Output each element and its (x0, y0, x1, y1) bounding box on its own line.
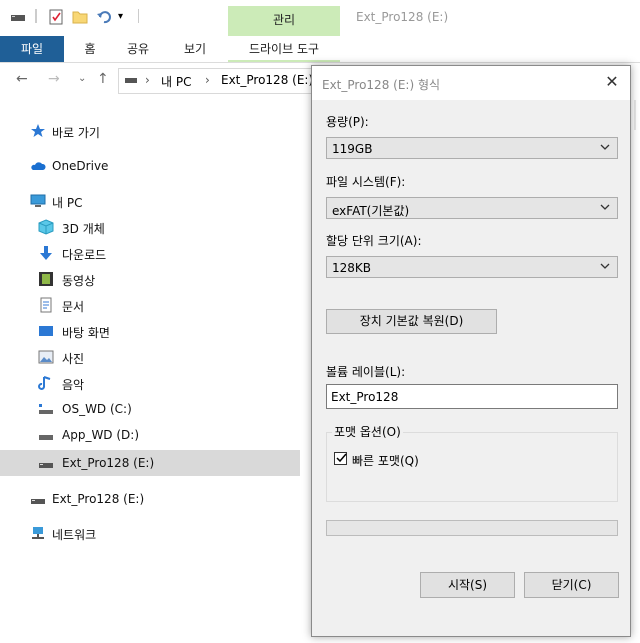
sidebar-item-label: 음악 (62, 378, 85, 392)
picture-icon (38, 349, 54, 365)
video-icon (38, 271, 54, 287)
volume-label-value: Ext_Pro128 (331, 390, 399, 404)
sidebar-item-label: 3D 개체 (62, 222, 105, 236)
tab-home[interactable]: 홈 (72, 36, 108, 62)
format-options-legend: 포맷 옵션(O) (332, 423, 403, 440)
quick-format-checkbox[interactable] (334, 452, 347, 465)
usb-drive-icon (30, 491, 46, 507)
navigation-pane: 바로 가기 OneDrive 내 PC 3D 개체 다운로드 동영상 문서 바탕… (0, 110, 300, 560)
customize-dropdown-icon[interactable]: ▾ (118, 9, 134, 25)
sidebar-item-videos[interactable]: 동영상 (0, 266, 300, 292)
volume-label-input[interactable]: Ext_Pro128 (326, 384, 618, 409)
properties-icon[interactable] (48, 9, 64, 25)
capacity-select[interactable]: 119GB (326, 137, 618, 159)
sidebar-item-label: 사진 (62, 352, 85, 366)
ribbon-tabs: 파일 홈 공유 보기 드라이브 도구 (0, 36, 640, 63)
format-progress-bar (326, 520, 618, 536)
sidebar-item-quick-access[interactable]: 바로 가기 (0, 118, 300, 144)
close-button[interactable]: 닫기(C) (524, 572, 619, 598)
filesystem-label: 파일 시스템(F): (326, 175, 406, 189)
toolbar-divider (35, 9, 37, 23)
dialog-title: Ext_Pro128 (E:) 형식 (322, 78, 441, 92)
sidebar-item-3d-objects[interactable]: 3D 개체 (0, 214, 300, 240)
volume-label-label: 볼륨 레이블(L): (326, 365, 406, 379)
window-title: Ext_Pro128 (E:) (356, 10, 449, 24)
chevron-down-icon (599, 141, 611, 156)
breadcrumb-separator: › (145, 73, 150, 87)
sidebar-item-downloads[interactable]: 다운로드 (0, 240, 300, 266)
sidebar-item-pictures[interactable]: 사진 (0, 344, 300, 370)
sidebar-item-this-pc[interactable]: 내 PC (0, 188, 300, 214)
sidebar-item-label: 내 PC (52, 196, 83, 210)
dialog-titlebar[interactable]: Ext_Pro128 (E:) 형식 ✕ (312, 66, 630, 100)
usb-drive-icon (38, 455, 54, 471)
sidebar-item-label: OS_WD (C:) (62, 402, 132, 416)
tab-file[interactable]: 파일 (0, 36, 64, 62)
document-icon (38, 297, 54, 313)
filesystem-select[interactable]: exFAT(기본값) (326, 197, 618, 219)
sidebar-item-os-drive[interactable]: OS_WD (C:) (0, 396, 300, 422)
sidebar-item-desktop[interactable]: 바탕 화면 (0, 318, 300, 344)
sidebar-item-label: OneDrive (52, 159, 109, 173)
quick-format-label[interactable]: 빠른 포맷(Q) (352, 452, 419, 469)
sidebar-item-label: 다운로드 (62, 248, 107, 262)
breadcrumb-separator: › (205, 73, 210, 87)
sidebar-item-label: 바로 가기 (52, 126, 100, 140)
address-bar[interactable]: › 내 PC › Ext_Pro128 (E:) (118, 68, 320, 94)
toolbar-divider (138, 9, 139, 23)
sidebar-item-ext-drive[interactable]: Ext_Pro128 (E:) (0, 486, 300, 512)
drive-icon (124, 72, 138, 89)
sidebar-item-documents[interactable]: 문서 (0, 292, 300, 318)
recent-dropdown-icon[interactable]: ⌄ (78, 73, 86, 84)
restore-defaults-button[interactable]: 장치 기본값 복원(D) (326, 309, 497, 334)
sidebar-item-label: 네트워크 (52, 528, 97, 542)
sidebar-item-label: App_WD (D:) (62, 428, 140, 442)
up-arrow-icon[interactable]: ↑ (97, 71, 109, 87)
sidebar-item-music[interactable]: 음악 (0, 370, 300, 396)
sidebar-item-label: 문서 (62, 300, 85, 314)
new-folder-icon[interactable] (72, 9, 88, 25)
allocation-unit-select[interactable]: 128KB (326, 256, 618, 278)
desktop-icon (38, 323, 54, 339)
sidebar-item-network[interactable]: 네트워크 (0, 520, 300, 546)
chevron-down-icon (599, 201, 611, 216)
download-icon (38, 245, 54, 261)
network-icon (30, 525, 46, 541)
os-drive-icon (38, 401, 54, 417)
back-arrow-icon[interactable]: ← (16, 71, 28, 87)
chevron-down-icon (599, 260, 611, 275)
tab-share[interactable]: 공유 (118, 36, 158, 62)
undo-icon[interactable] (96, 9, 112, 25)
drive-icon (38, 427, 54, 443)
sidebar-item-onedrive[interactable]: OneDrive (0, 153, 300, 179)
star-icon (30, 123, 46, 139)
drive-icon[interactable] (10, 9, 26, 25)
filesystem-value: exFAT(기본값) (332, 204, 410, 218)
start-button[interactable]: 시작(S) (420, 572, 515, 598)
forward-arrow-icon[interactable]: → (48, 71, 60, 87)
format-dialog: Ext_Pro128 (E:) 형식 ✕ 용량(P): 119GB 파일 시스템… (311, 65, 631, 637)
breadcrumb-this-pc[interactable]: 내 PC (161, 73, 191, 90)
allocation-unit-label: 할당 단위 크기(A): (326, 234, 422, 248)
capacity-value: 119GB (332, 142, 373, 156)
sidebar-item-label: 바탕 화면 (62, 326, 110, 340)
breadcrumb-current[interactable]: Ext_Pro128 (E:) (221, 73, 313, 87)
close-icon[interactable]: ✕ (600, 70, 624, 94)
sidebar-item-label: Ext_Pro128 (E:) (62, 456, 155, 470)
sidebar-item-app-drive[interactable]: App_WD (D:) (0, 422, 300, 448)
tab-drive-tools[interactable]: 드라이브 도구 (228, 36, 340, 62)
cloud-icon (30, 158, 46, 174)
cube-icon (38, 219, 54, 235)
sidebar-item-label: Ext_Pro128 (E:) (52, 492, 145, 506)
capacity-label: 용량(P): (326, 115, 369, 129)
sidebar-item-ext-drive-selected[interactable]: Ext_Pro128 (E:) (0, 450, 300, 476)
tab-view[interactable]: 보기 (175, 36, 215, 62)
computer-icon (30, 193, 46, 209)
allocation-unit-value: 128KB (332, 261, 372, 275)
music-icon (38, 375, 54, 391)
manage-context-tab[interactable]: 관리 (228, 6, 340, 36)
sidebar-item-label: 동영상 (62, 274, 96, 288)
